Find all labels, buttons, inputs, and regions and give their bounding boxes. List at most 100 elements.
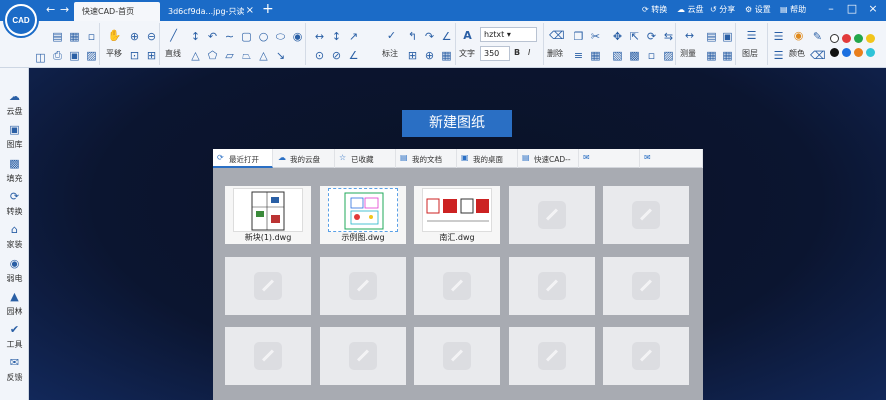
- tab-mail-2[interactable]: ✉: [640, 149, 703, 168]
- pdf-icon[interactable]: ▫: [84, 29, 99, 44]
- file-tile[interactable]: 新块(1).dwg: [225, 186, 311, 244]
- dim-horizontal-icon[interactable]: ↔: [312, 29, 327, 44]
- zoom-in-icon[interactable]: ⊕: [127, 29, 142, 44]
- tab-my-documents[interactable]: ▤ 我的文档: [396, 149, 457, 168]
- swatch-yellow[interactable]: [866, 34, 875, 43]
- close-icon[interactable]: ×: [246, 5, 254, 16]
- layer-icon[interactable]: ☰: [744, 28, 759, 43]
- shape-icon[interactable]: △: [256, 48, 271, 63]
- swatch-red[interactable]: [842, 34, 851, 43]
- new-drawing-button[interactable]: 新建图纸: [402, 110, 512, 137]
- minimize-icon[interactable]: –: [824, 2, 838, 15]
- sidebar-item-convert[interactable]: ⟳ 转换: [0, 188, 29, 221]
- picture-icon[interactable]: ▨: [84, 48, 99, 63]
- image-export-icon[interactable]: ▣: [67, 48, 82, 63]
- coordinate-icon[interactable]: ⊞: [405, 48, 420, 63]
- dim-vertical-icon[interactable]: ↕: [329, 29, 344, 44]
- save-icon[interactable]: ◫: [33, 50, 48, 65]
- arrow-line-icon[interactable]: ↘: [273, 48, 288, 63]
- add-tab-icon[interactable]: +: [262, 1, 274, 17]
- font-size-select[interactable]: 350: [480, 46, 510, 61]
- eraser-icon[interactable]: ⌫: [810, 48, 826, 63]
- tab-file[interactable]: 3d6cf9da...jpg-只读 ×: [160, 2, 258, 21]
- color-picker-icon[interactable]: ✎: [810, 29, 825, 44]
- sidebar-item-garden[interactable]: ▲ 园林: [0, 288, 29, 321]
- tab-favorites[interactable]: ☆ 已收藏: [335, 149, 396, 168]
- rotate-icon[interactable]: ⟳: [644, 29, 659, 44]
- swatch-orange[interactable]: [854, 48, 863, 57]
- swatch-blue[interactable]: [842, 48, 851, 57]
- sidebar-item-hatch[interactable]: ▩ 填充: [0, 155, 29, 188]
- copy-icon[interactable]: ❐: [571, 29, 586, 44]
- tab-my-desktop[interactable]: ▣ 我的桌面: [457, 149, 518, 168]
- mirror-icon[interactable]: ⇆: [661, 29, 676, 44]
- line-icon[interactable]: ╱: [166, 28, 181, 43]
- line-type-icon[interactable]: ☰: [771, 48, 786, 63]
- tab-home[interactable]: 快速CAD-首页: [74, 2, 160, 21]
- back-arrow-icon[interactable]: ←: [46, 3, 55, 16]
- bold-button[interactable]: B: [514, 48, 520, 57]
- cut-icon[interactable]: ✂: [588, 29, 603, 44]
- share-button[interactable]: ↺ 分享: [710, 4, 735, 15]
- block-icon[interactable]: ▣: [720, 29, 735, 44]
- forward-arrow-icon[interactable]: →: [60, 3, 69, 16]
- swatch-green[interactable]: [854, 34, 863, 43]
- move-icon[interactable]: ✥: [610, 29, 625, 44]
- count-icon[interactable]: ▦: [704, 48, 719, 63]
- tab-mail-1[interactable]: ✉: [579, 149, 640, 168]
- dim-angle-icon[interactable]: ∠: [346, 48, 361, 63]
- cloud-button[interactable]: ☁ 云盘: [677, 4, 704, 15]
- dim-aligned-icon[interactable]: ↗: [346, 29, 361, 44]
- pan-icon[interactable]: ✋: [107, 28, 122, 43]
- tab-recent[interactable]: ⟳ 最近打开: [213, 149, 273, 168]
- pentagon-icon[interactable]: ⬠: [205, 48, 220, 63]
- annotate-icon[interactable]: ✓: [384, 28, 399, 43]
- convert-button[interactable]: ⟳ 转换: [642, 4, 667, 15]
- triangle-icon[interactable]: △: [188, 48, 203, 63]
- scale-icon[interactable]: ⇱: [627, 29, 642, 44]
- text-icon[interactable]: A: [460, 28, 475, 43]
- arc-icon[interactable]: ↶: [205, 29, 220, 44]
- parallelogram-icon[interactable]: ▱: [222, 48, 237, 63]
- settings-button[interactable]: ⚙ 设置: [745, 4, 771, 15]
- curve-icon[interactable]: ∼: [222, 29, 237, 44]
- eye-icon[interactable]: ◉: [290, 29, 305, 44]
- help-button[interactable]: ▤ 帮助: [780, 4, 806, 15]
- close-window-icon[interactable]: ×: [866, 2, 880, 15]
- sidebar-item-cloud[interactable]: ☁ 云盘: [0, 88, 29, 121]
- measure-icon[interactable]: ↔: [682, 28, 697, 43]
- leader-icon[interactable]: ↰: [405, 29, 420, 44]
- zoom-extent-icon[interactable]: ⊡: [127, 48, 142, 63]
- italic-button[interactable]: I: [528, 48, 530, 57]
- arc-dim-icon[interactable]: ↷: [422, 29, 437, 44]
- color-palette-icon[interactable]: ◉: [791, 28, 806, 43]
- circle-icon[interactable]: ○: [256, 29, 271, 44]
- print-icon[interactable]: ⎙: [50, 48, 65, 63]
- export-icon[interactable]: ▦: [67, 29, 82, 44]
- open-icon[interactable]: ▤: [50, 29, 65, 44]
- center-mark-icon[interactable]: ⊕: [422, 48, 437, 63]
- tab-quick-cad[interactable]: ▤ 快速CAD--: [518, 149, 579, 168]
- rectangle-icon[interactable]: ▢: [239, 29, 254, 44]
- file-tile[interactable]: 示例图.dwg: [320, 186, 406, 244]
- table-icon[interactable]: ▦: [439, 48, 454, 63]
- sidebar-item-tools[interactable]: ✔ 工具: [0, 321, 29, 354]
- offset-icon[interactable]: ≡: [571, 48, 586, 63]
- sidebar-item-home[interactable]: ⌂ 家装: [0, 221, 29, 254]
- tab-my-cloud[interactable]: ☁ 我的云盘: [274, 149, 335, 168]
- grid-icon[interactable]: ▦: [720, 48, 735, 63]
- zoom-window-icon[interactable]: ⊞: [144, 48, 159, 63]
- properties-icon[interactable]: ☰: [771, 29, 786, 44]
- explode-icon[interactable]: ▨: [661, 48, 676, 63]
- extend-icon[interactable]: ▩: [627, 48, 642, 63]
- polyline-icon[interactable]: ↕: [188, 29, 203, 44]
- dim-diameter-icon[interactable]: ⊘: [329, 48, 344, 63]
- ellipse-icon[interactable]: ⬭: [273, 29, 288, 44]
- trapezoid-icon[interactable]: ⏢: [239, 48, 254, 63]
- trim-icon[interactable]: ▧: [610, 48, 625, 63]
- swatch-white[interactable]: [830, 34, 839, 43]
- delete-icon[interactable]: ⌫: [549, 28, 565, 43]
- swatch-black[interactable]: [830, 48, 839, 57]
- font-select[interactable]: hztxt ▾: [480, 27, 537, 42]
- restore-icon[interactable]: □: [845, 2, 859, 15]
